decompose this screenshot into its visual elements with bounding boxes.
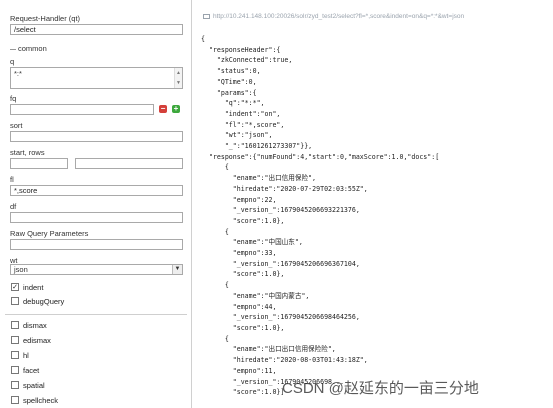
json-line: { (201, 163, 229, 172)
debugquery-label: debugQuery (23, 297, 65, 306)
json-response: { "responseHeader":{ "zkConnected":true,… (201, 34, 439, 398)
request-url-link[interactable]: http://10.241.148.100:20026/solr/zyd_tes… (203, 13, 464, 20)
json-line: { (201, 281, 229, 290)
json-line: "hiredate":"2020-07-29T02:03:55Z", (201, 184, 368, 193)
response-panel: http://10.241.148.100:20026/solr/zyd_tes… (193, 0, 553, 408)
scroll-down-icon[interactable]: ▼ (175, 78, 182, 88)
json-line: "score":1.0}, (201, 216, 285, 225)
spatial-label: spatial (23, 381, 45, 390)
json-line: "ename":"中国山东", (201, 238, 303, 247)
spellcheck-checkbox[interactable] (11, 396, 19, 404)
json-line: "ename":"中国内蒙古", (201, 291, 310, 300)
json-line: "hiredate":"2020-08-03T01:43:18Z", (201, 356, 368, 365)
remove-fq-button[interactable]: − (159, 105, 167, 113)
fl-label: fl (10, 175, 14, 184)
json-line: "ename":"出口出口信用保险险", (201, 345, 336, 354)
spellcheck-label: spellcheck (23, 396, 59, 405)
start-rows-label: start, rows (10, 148, 45, 157)
indent-label: indent (23, 283, 44, 292)
json-line: "zkConnected":true, (201, 56, 293, 65)
hl-label: hl (23, 351, 29, 360)
sort-input[interactable] (10, 131, 183, 142)
query-form-panel: Request-Handler (qt) /select common q *:… (0, 0, 192, 408)
wt-selected-value: json (14, 265, 28, 274)
json-line: "fl":"*,score", (201, 120, 285, 129)
fq-input[interactable] (10, 104, 154, 115)
raw-params-input[interactable] (10, 239, 183, 250)
start-input[interactable] (10, 158, 68, 169)
json-line: "score":1.0}, (201, 270, 285, 279)
q-scrollbar[interactable]: ▲ ▼ (174, 68, 182, 88)
json-line: "params":{ (201, 88, 257, 97)
facet-label: facet (23, 366, 40, 375)
hl-checkbox[interactable] (11, 351, 19, 359)
json-line: "_":"1601261273307"}}, (201, 142, 313, 151)
json-line: "wt":"json", (201, 131, 273, 140)
debugquery-checkbox[interactable] (11, 297, 19, 305)
chevron-down-icon[interactable]: ▼ (172, 265, 182, 274)
rows-input[interactable] (75, 158, 183, 169)
json-line: "_version_":1679045206693221376, (201, 206, 360, 215)
common-section-title: common (10, 44, 47, 53)
request-handler-input[interactable]: /select (10, 24, 183, 35)
json-line: { (201, 35, 205, 43)
fl-input[interactable]: *,score (10, 185, 183, 196)
json-line: "empno":33, (201, 249, 277, 258)
q-value: *:* (14, 69, 22, 78)
indent-checkbox[interactable]: ✓ (11, 283, 19, 291)
json-line: { (201, 227, 229, 236)
df-label: df (10, 202, 17, 211)
json-line: "QTime":0, (201, 77, 257, 86)
dismax-label: dismax (23, 321, 47, 330)
watermark: CSDN @赵延东的一亩三分地 (282, 380, 479, 397)
json-line: "response":{"numFound":4,"start":0,"maxS… (201, 152, 440, 161)
df-input[interactable] (10, 212, 183, 223)
json-line: "_version_":1679045206696367104, (201, 259, 360, 268)
json-line: "ename":"出口信用保险", (201, 174, 316, 183)
sort-label: sort (10, 121, 23, 130)
facet-checkbox[interactable] (11, 366, 19, 374)
json-line: "score":1.0}, (201, 323, 285, 332)
json-line: "empno":22, (201, 195, 277, 204)
raw-params-label: Raw Query Parameters (10, 229, 89, 238)
dismax-checkbox[interactable] (11, 321, 19, 329)
q-label: q (10, 57, 15, 66)
add-fq-button[interactable]: + (172, 105, 180, 113)
edismax-checkbox[interactable] (11, 336, 19, 344)
scroll-up-icon[interactable]: ▲ (175, 68, 182, 78)
request-url-text[interactable]: http://10.241.148.100:20026/solr/zyd_tes… (213, 13, 464, 20)
fq-label: fq (10, 94, 17, 103)
link-icon (203, 13, 210, 19)
json-line: "status":0, (201, 67, 261, 76)
json-line: { (201, 334, 229, 343)
q-textarea[interactable]: *:* ▲ ▼ (10, 67, 183, 89)
json-line: "indent":"on", (201, 109, 281, 118)
options-divider (5, 314, 187, 315)
json-line: "q":"*:*", (201, 99, 265, 108)
edismax-label: edismax (23, 336, 51, 345)
json-line: "empno":44, (201, 302, 277, 311)
json-line: "responseHeader":{ (201, 45, 281, 54)
wt-select[interactable]: json ▼ (10, 264, 183, 275)
json-line: "_version_":1679045206698464256, (201, 313, 360, 322)
json-line: "empno":11, (201, 366, 277, 375)
spatial-checkbox[interactable] (11, 381, 19, 389)
request-handler-label: Request-Handler (qt) (10, 14, 81, 23)
